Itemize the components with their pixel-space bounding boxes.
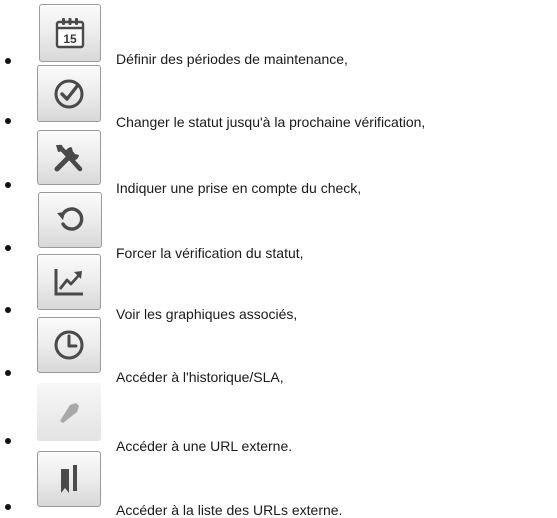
pin-icon xyxy=(52,396,86,428)
graphs-button[interactable] xyxy=(37,254,101,310)
external-url-list-button[interactable] xyxy=(37,451,101,507)
chart-icon xyxy=(52,266,86,298)
list-item: Voir les graphiques associés, xyxy=(0,252,557,322)
list-item: Accéder à l'historique/SLA, xyxy=(0,315,557,385)
list-item: Accéder à la liste des URLs externe. xyxy=(0,448,557,518)
list-item: Changer le statut jusqu'à la prochaine v… xyxy=(0,63,557,130)
history-sla-button[interactable] xyxy=(37,317,101,373)
calendar-icon: 15 xyxy=(55,17,85,49)
list-item: 15 Définir des périodes de maintenance, xyxy=(0,0,557,67)
list-item: Accéder à une URL externe. xyxy=(0,383,557,454)
external-url-button[interactable] xyxy=(37,383,101,441)
bullet xyxy=(5,118,11,124)
bullet xyxy=(5,370,11,376)
maintenance-button[interactable]: 15 xyxy=(39,4,101,62)
tools-icon xyxy=(52,142,86,174)
bullet xyxy=(5,182,11,188)
refresh-icon xyxy=(54,204,86,236)
bullet xyxy=(5,245,11,251)
check-circle-icon xyxy=(52,77,86,111)
list-item: Indiquer une prise en compte du check, xyxy=(0,126,557,196)
clock-icon xyxy=(52,328,86,362)
change-status-button[interactable] xyxy=(37,65,101,122)
bookmark-icon xyxy=(54,462,84,496)
acknowledge-button[interactable] xyxy=(37,130,101,185)
force-check-button[interactable] xyxy=(38,192,102,248)
bullet xyxy=(5,307,11,313)
calendar-day: 15 xyxy=(63,32,77,46)
bullet xyxy=(5,438,11,444)
list-item: Forcer la vérification du statut, xyxy=(0,190,557,261)
bullet xyxy=(5,504,11,510)
